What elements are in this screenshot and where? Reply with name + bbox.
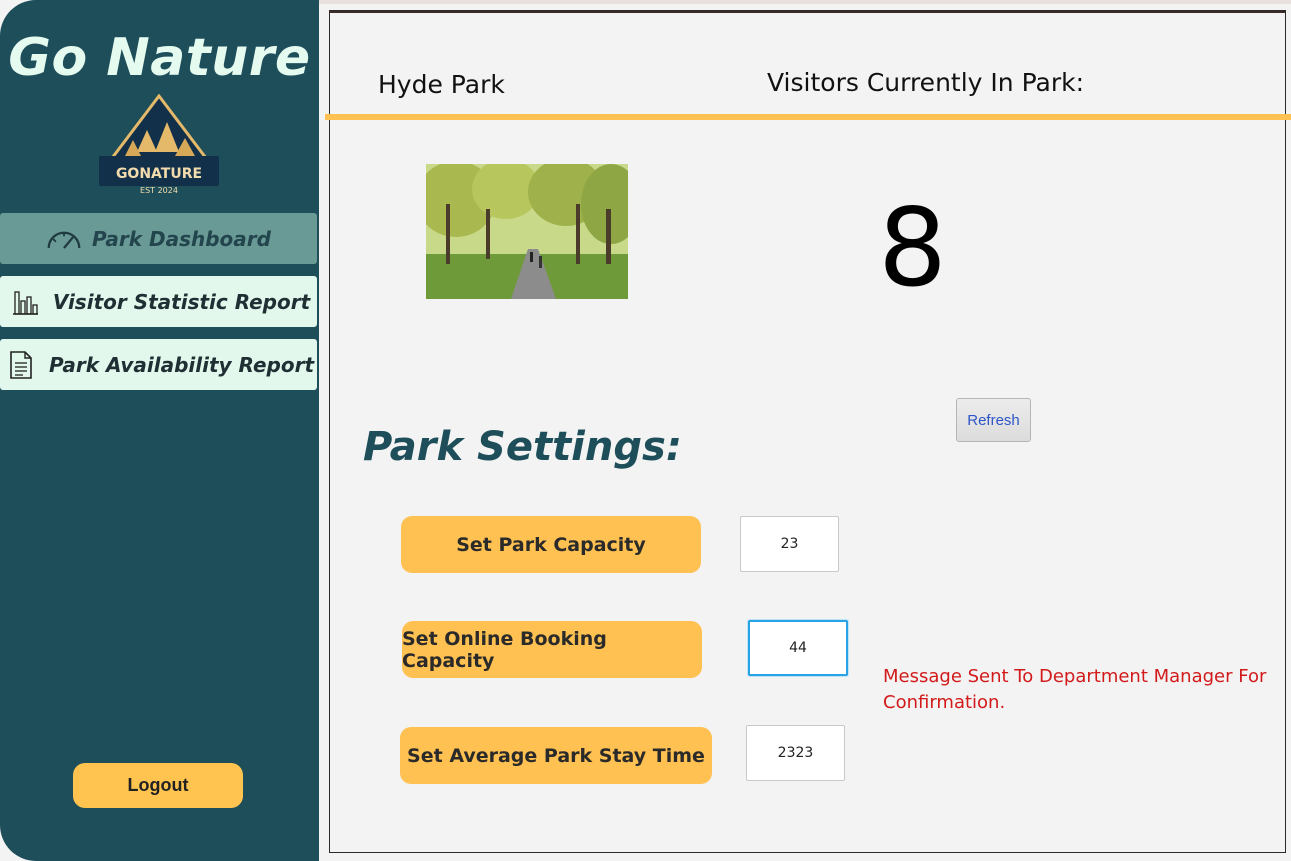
online-booking-capacity-input[interactable]: [748, 620, 848, 676]
document-icon: [3, 350, 39, 380]
park-name: Hyde Park: [378, 70, 505, 99]
gonature-logo: GONATURE EST 2024: [99, 94, 219, 195]
logo-tagline: EST 2024: [140, 186, 178, 195]
bar-chart-icon: [7, 287, 43, 317]
refresh-button[interactable]: Refresh: [956, 398, 1031, 442]
nav-label-park-availability-report: Park Availability Report: [48, 352, 315, 377]
sidebar: Go Nature GONATURE EST 2024 Park Dashboa: [0, 0, 319, 861]
nav-item-park-availability-report[interactable]: Park Availability Report: [0, 339, 317, 390]
average-stay-time-input[interactable]: [746, 725, 845, 781]
nav-label-park-dashboard: Park Dashboard: [92, 226, 271, 251]
set-park-capacity-button[interactable]: Set Park Capacity: [401, 516, 701, 573]
logo-wordmark: GONATURE: [116, 166, 202, 182]
set-online-booking-capacity-button[interactable]: Set Online Booking Capacity: [402, 621, 702, 678]
top-strip: [319, 0, 1291, 4]
visitor-count: 8: [878, 186, 947, 311]
gauge-icon: [46, 224, 82, 254]
visitors-currently-label: Visitors Currently In Park:: [767, 68, 1085, 97]
brand-title: Go Nature: [8, 28, 311, 88]
park-settings-title: Park Settings:: [363, 424, 682, 470]
nav-item-park-dashboard[interactable]: Park Dashboard: [0, 213, 317, 264]
set-average-park-stay-time-button[interactable]: Set Average Park Stay Time: [400, 727, 712, 784]
logout-button[interactable]: Logout: [73, 763, 243, 808]
park-capacity-input[interactable]: [740, 516, 839, 572]
confirmation-message: Message Sent To Department Manager For C…: [883, 666, 1267, 713]
header-divider: [325, 114, 1291, 120]
nav-label-visitor-statistic-report: Visitor Statistic Report: [52, 289, 311, 314]
park-photo: [426, 164, 628, 299]
nav-item-visitor-statistic-report[interactable]: Visitor Statistic Report: [0, 276, 317, 327]
